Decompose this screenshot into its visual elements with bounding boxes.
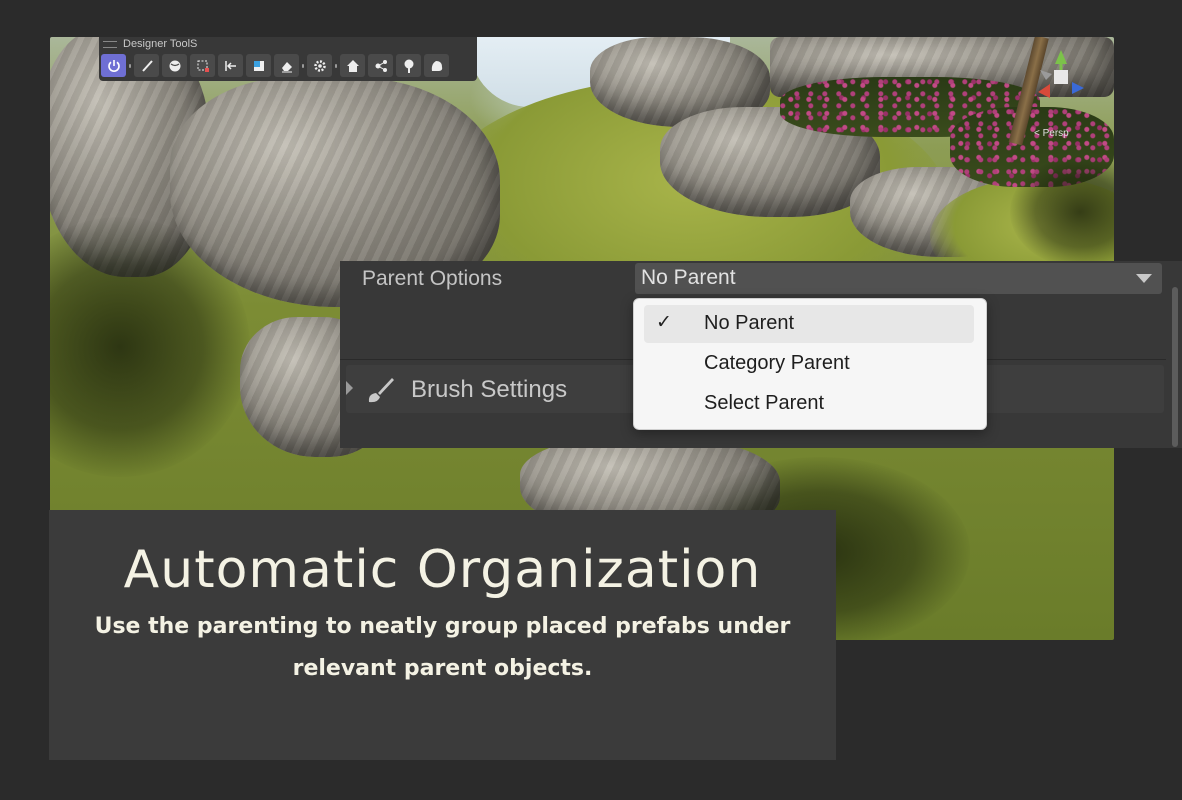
settings-tool-button[interactable]: [307, 54, 332, 77]
scrollbar[interactable]: [1172, 287, 1178, 447]
drag-grip-icon[interactable]: [103, 40, 117, 48]
parent-options-dropdown[interactable]: No Parent: [635, 263, 1162, 294]
globe-icon: [169, 60, 180, 71]
dashed-select-icon: [197, 60, 209, 72]
caption-box: Automatic Organization Use the parenting…: [49, 510, 836, 760]
globe-tool-button[interactable]: [162, 54, 187, 77]
foldout-arrow-icon[interactable]: [346, 381, 353, 395]
align-tool-button[interactable]: [218, 54, 243, 77]
tree-tool-button[interactable]: [396, 54, 421, 77]
menu-item-label: Category Parent: [704, 352, 850, 374]
power-tool-button[interactable]: [101, 54, 126, 77]
toolbar-title: Designer ToolS: [123, 38, 198, 50]
menu-item-label: Select Parent: [704, 392, 825, 414]
brush-settings-label: Brush Settings: [411, 376, 568, 403]
square-tool-button[interactable]: [246, 54, 271, 77]
toolbar-header[interactable]: Designer ToolS: [103, 37, 197, 51]
eraser-tool-button[interactable]: [274, 54, 299, 77]
parent-options-menu: ✓ No Parent Category Parent Select Paren…: [633, 298, 987, 430]
hierarchy-icon: [375, 59, 387, 72]
select-tool-button[interactable]: [190, 54, 215, 77]
checkmark-icon: ✓: [656, 311, 672, 333]
power-icon: [107, 59, 120, 72]
tree-icon: [404, 59, 413, 73]
menu-item-label: No Parent: [704, 312, 795, 334]
brush-icon: [368, 378, 394, 403]
parent-options-value: No Parent: [641, 266, 736, 289]
gear-icon: [313, 59, 326, 72]
toolbar-separator: [302, 63, 304, 68]
orientation-gizmo-icon[interactable]: [1032, 48, 1090, 106]
brush-tool-button[interactable]: [134, 54, 159, 77]
menu-item-select-parent[interactable]: Select Parent: [644, 385, 974, 423]
hierarchy-tool-button[interactable]: [368, 54, 393, 77]
toolbar-separator: [335, 63, 337, 68]
designer-tools-toolbar: Designer ToolS: [99, 37, 477, 81]
square-icon: [253, 60, 264, 71]
toolbar-separator: [129, 63, 131, 68]
tool-row: [101, 54, 449, 77]
parent-options-label: Parent Options: [362, 267, 503, 290]
rock-icon: [431, 60, 442, 71]
subline: Use the parenting to neatly group placed…: [94, 614, 791, 681]
projection-label[interactable]: < Persp: [1034, 128, 1069, 139]
rock-tool-button[interactable]: [424, 54, 449, 77]
menu-item-no-parent[interactable]: ✓ No Parent: [644, 305, 974, 343]
chevron-down-icon: [1136, 274, 1152, 283]
house-tool-button[interactable]: [340, 54, 365, 77]
house-icon: [346, 59, 359, 72]
brush-icon: [141, 59, 153, 72]
eraser-icon: [281, 61, 292, 72]
headline: Automatic Organization: [123, 540, 762, 600]
menu-item-category-parent[interactable]: Category Parent: [644, 345, 974, 383]
align-left-icon: [224, 60, 236, 71]
